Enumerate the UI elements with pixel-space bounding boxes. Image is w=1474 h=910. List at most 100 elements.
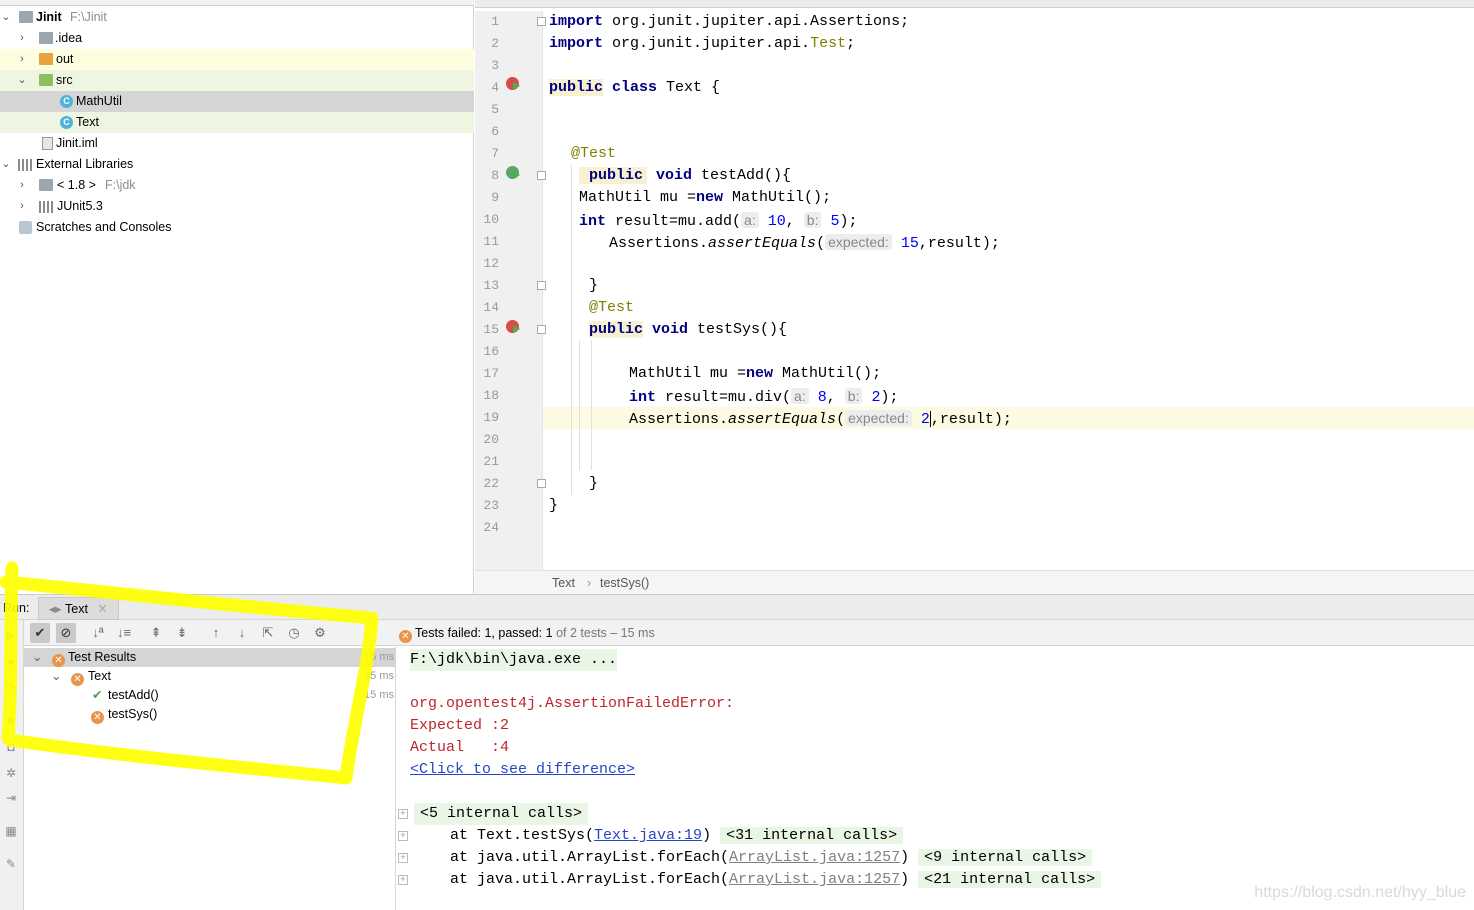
tree-item-text[interactable]: C Text — [0, 112, 474, 133]
source-link[interactable]: ArrayList.java:1257 — [729, 871, 900, 888]
class-icon: C — [60, 116, 73, 129]
source-link[interactable]: ArrayList.java:1257 — [729, 849, 900, 866]
run-tab-text[interactable]: ◂▸ Text ✕ — [38, 597, 119, 620]
fold-icon[interactable] — [537, 281, 546, 290]
console-actual: Actual :4 — [410, 739, 510, 756]
expand-all-icon[interactable]: ⇞ — [146, 623, 166, 643]
failure-icon: ✕ — [91, 705, 104, 724]
tree-item-external-libraries[interactable]: ⌄ External Libraries — [0, 154, 474, 175]
show-passed-icon[interactable]: ✔ — [30, 623, 50, 643]
line-number: 6 — [491, 124, 499, 139]
tree-item-src[interactable]: ⌄ src — [0, 70, 474, 91]
sort-by-duration-icon[interactable]: ↓≡ — [114, 623, 134, 643]
fold-icon[interactable] — [537, 325, 546, 334]
chevron-down-icon[interactable]: ⌄ — [0, 154, 12, 175]
click-to-see-difference-link[interactable]: <Click to see difference> — [410, 759, 635, 781]
internal-calls-fold[interactable]: <31 internal calls> — [720, 827, 904, 844]
tree-item-idea[interactable]: › .idea — [0, 28, 474, 49]
line-number: 21 — [483, 454, 499, 469]
expand-icon[interactable]: + — [398, 853, 408, 863]
tree-item-label: JUnit5.3 — [57, 199, 103, 213]
line-number: 18 — [483, 388, 499, 403]
result-time: 15 ms — [364, 670, 394, 682]
fold-icon[interactable] — [537, 479, 546, 488]
history-icon[interactable]: ◷ — [284, 623, 304, 643]
fold-icon[interactable] — [537, 17, 546, 26]
pin-icon[interactable]: ✎ — [4, 857, 18, 871]
internal-calls-fold[interactable]: <21 internal calls> — [918, 871, 1102, 888]
gear-icon[interactable]: ⚙ — [310, 623, 330, 643]
breadcrumb-item[interactable]: Text — [552, 571, 575, 595]
sort-alphabetically-icon[interactable]: ↓ª — [88, 623, 108, 643]
chevron-down-icon[interactable]: ⌄ — [32, 648, 42, 667]
code-editor[interactable]: 1 2 3 4 5 6 7 8 9 10 11 12 13 14 15 16 1… — [475, 0, 1474, 594]
show-ignored-icon[interactable]: ⊘ — [56, 623, 76, 643]
line-number: 17 — [483, 366, 499, 381]
tree-item-scratches[interactable]: Scratches and Consoles — [0, 217, 474, 238]
rerun-failed-icon[interactable]: ● — [4, 654, 18, 668]
result-row-testsys[interactable]: ✕ testSys() — [24, 705, 396, 724]
chevron-down-icon[interactable]: ⌄ — [16, 70, 28, 91]
source-link[interactable]: Text.java:19 — [594, 827, 702, 844]
line-number: 3 — [491, 58, 499, 73]
code-line-19[interactable]: Assertions.assertEquals(expected: 2,resu… — [629, 407, 1012, 429]
run-tab-label: Text — [65, 602, 88, 616]
class-icon: C — [60, 95, 73, 108]
collapse-all-icon[interactable]: ⇟ — [172, 623, 192, 643]
chevron-down-icon[interactable]: ⌄ — [51, 667, 61, 686]
internal-calls-fold[interactable]: <9 internal calls> — [918, 849, 1093, 866]
export-icon[interactable]: ⇱ — [258, 623, 278, 643]
toggle-auto-test-icon[interactable]: ⟳ — [4, 680, 18, 694]
failure-icon: ✕ — [52, 648, 65, 667]
line-number: 9 — [491, 190, 499, 205]
code-line-10: int result=mu.add(a: 10, b: 5); — [579, 212, 858, 230]
tree-root-jinit[interactable]: ⌄ Jinit F:\Jinit — [0, 7, 474, 28]
result-row-text[interactable]: ⌄ ✕ Text 15 ms — [24, 667, 396, 686]
line-number: 8 — [491, 168, 499, 183]
previous-failed-icon[interactable]: ↑ — [206, 623, 226, 643]
test-status-text: Tests failed: 1, passed: 1 of 2 tests – … — [415, 626, 655, 640]
layout-icon[interactable]: ▦ — [4, 824, 18, 838]
fold-icon[interactable] — [537, 171, 546, 180]
indent-guide — [579, 340, 580, 470]
tree-item-mathutil[interactable]: C MathUtil — [0, 91, 474, 112]
code-line-14: @Test — [589, 299, 635, 316]
result-label: Text — [88, 669, 111, 683]
tree-item-junit[interactable]: › JUnit5.3 — [0, 196, 474, 217]
run-test-passed-icon[interactable] — [506, 166, 520, 179]
result-time: 15 ms — [364, 651, 394, 663]
run-test-failed-icon[interactable] — [506, 320, 520, 333]
stop-icon[interactable]: ■ — [4, 713, 18, 727]
code-line-18: int result=mu.div(a: 8, b: 2); — [629, 388, 899, 406]
rerun-icon[interactable]: ▶ — [4, 628, 18, 642]
folder-icon — [39, 32, 53, 44]
code-line-22: } — [589, 475, 599, 492]
tree-item-out[interactable]: › out — [0, 49, 474, 70]
chevron-right-icon[interactable]: › — [16, 49, 28, 70]
exit-icon[interactable]: ⇥ — [4, 791, 18, 805]
editor-tab-strip — [475, 0, 1474, 8]
expand-icon[interactable]: + — [398, 875, 408, 885]
run-class-icon[interactable] — [506, 77, 520, 90]
console-internal-calls[interactable]: <5 internal calls> — [414, 803, 589, 825]
next-failed-icon[interactable]: ↓ — [232, 623, 252, 643]
close-icon[interactable]: ✕ — [97, 602, 107, 616]
result-row-testadd[interactable]: ✔ testAdd() 15 ms — [24, 686, 396, 705]
expand-icon[interactable]: + — [398, 809, 408, 819]
console-output[interactable]: F:\jdk\bin\java.exe ... org.opentest4j.A… — [396, 647, 1474, 910]
line-number: 16 — [483, 344, 499, 359]
chevron-down-icon[interactable]: ⌄ — [0, 7, 12, 28]
chevron-right-icon[interactable]: › — [16, 175, 28, 196]
chevron-right-icon[interactable]: › — [16, 196, 28, 217]
chevron-right-icon[interactable]: › — [16, 28, 28, 49]
tree-item-iml[interactable]: Jinit.iml — [0, 133, 474, 154]
camera-icon[interactable]: ◘ — [4, 740, 18, 754]
breadcrumb-item[interactable]: testSys() — [600, 571, 649, 595]
expand-icon[interactable]: + — [398, 831, 408, 841]
result-label: Test Results — [68, 650, 137, 664]
tree-item-jdk[interactable]: › < 1.8 > F:\jdk — [0, 175, 474, 196]
line-number: 7 — [491, 146, 499, 161]
debug-icon[interactable]: ✲ — [4, 766, 18, 780]
console-error: org.opentest4j.AssertionFailedError: — [410, 695, 735, 712]
result-row-test-results[interactable]: ⌄ ✕ Test Results 15 ms — [24, 648, 396, 667]
